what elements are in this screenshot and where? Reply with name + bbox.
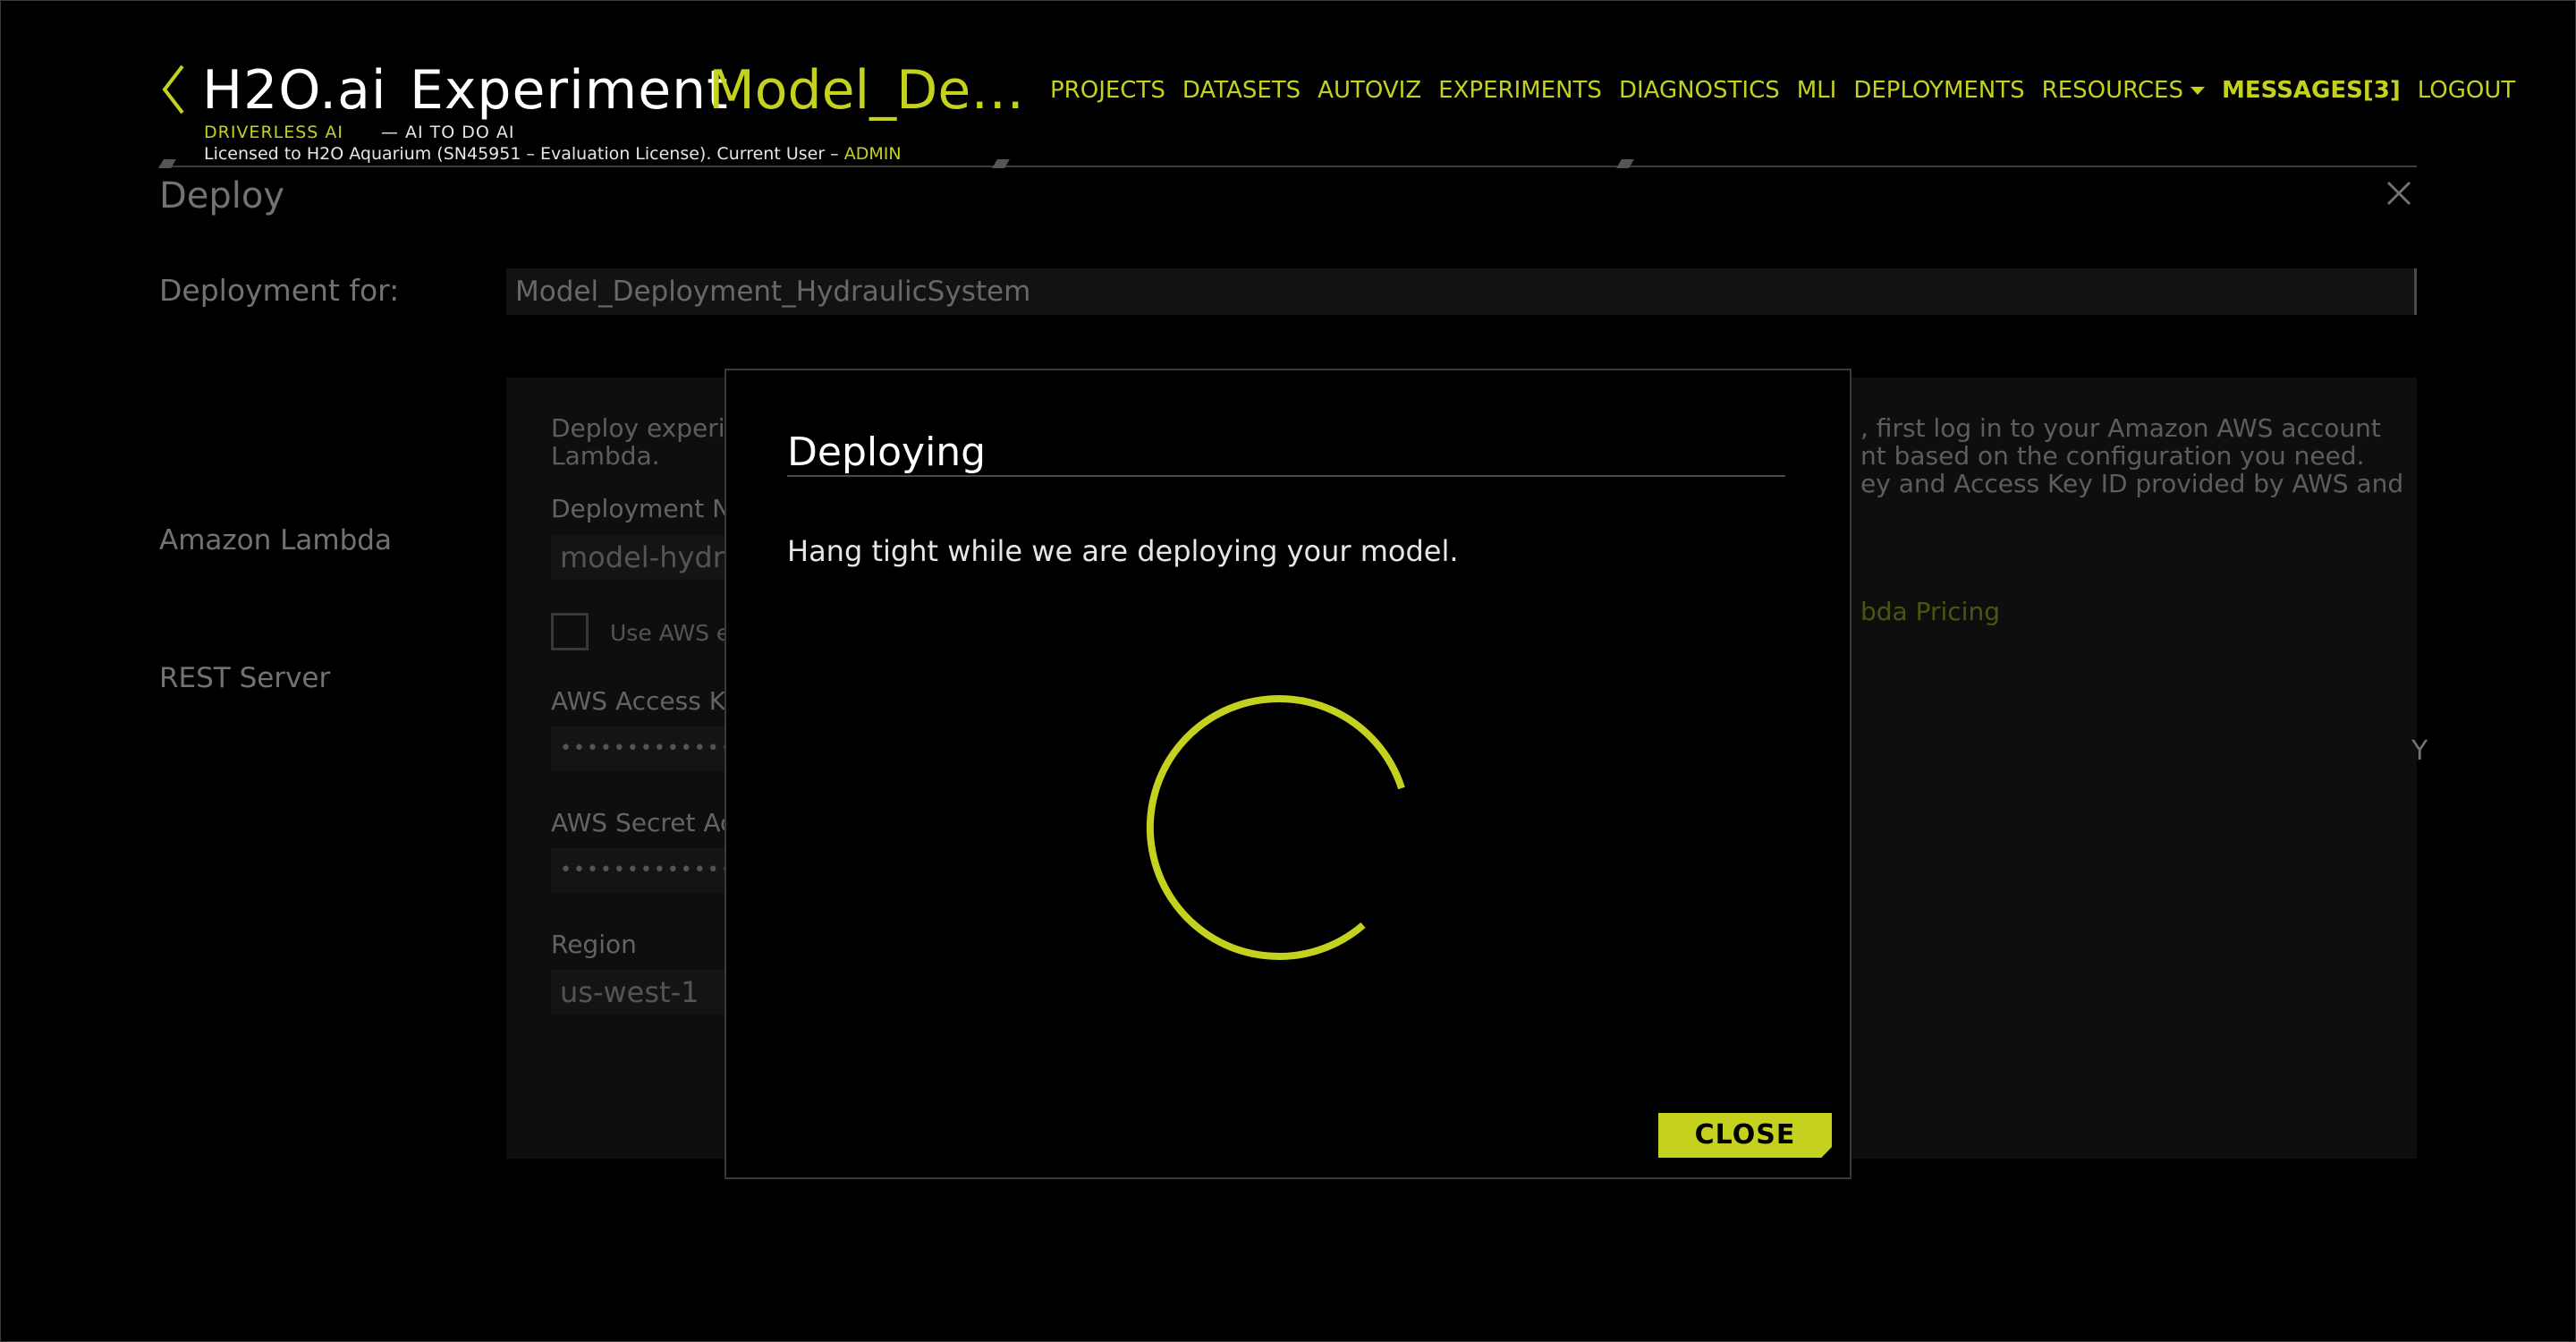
nav-diagnostics[interactable]: DIAGNOSTICS [1619, 77, 1780, 104]
nav-deployments[interactable]: DEPLOYMENTS [1853, 77, 2024, 104]
modal-divider [787, 475, 1785, 477]
modal-title: Deploying [787, 429, 987, 475]
option-amazon-lambda[interactable]: Amazon Lambda [159, 524, 392, 556]
region-select[interactable]: us-west-1 [551, 970, 730, 1015]
back-chevron-icon[interactable] [157, 63, 188, 116]
header-divider [159, 166, 2417, 167]
aws-secret-key-input[interactable]: •••••••••••••••••• [551, 848, 730, 893]
aws-secret-key-label: AWS Secret Acc [551, 808, 748, 837]
config-description: , first log in to your Amazon AWS accoun… [1860, 413, 2381, 443]
use-aws-checkbox[interactable] [551, 613, 589, 650]
nav-datasets[interactable]: DATASETS [1182, 77, 1301, 104]
nav-experiments[interactable]: EXPERIMENTS [1438, 77, 1602, 104]
nav-projects[interactable]: PROJECTS [1050, 77, 1165, 104]
nav-resources[interactable]: RESOURCES [2042, 77, 2205, 104]
truncated-text: Y [2411, 735, 2428, 767]
config-description: nt based on the configuration you need. [1860, 441, 2365, 471]
product-slogan: — AI TO DO AI [381, 123, 515, 142]
top-nav: PROJECTS DATASETS AUTOVIZ EXPERIMENTS DI… [1050, 77, 2515, 104]
deployment-for-field: Model_Deployment_HydraulicSystem [506, 268, 2417, 315]
experiment-name: Model_Deplo... [708, 59, 1052, 122]
config-description: Lambda. [551, 441, 660, 471]
deployment-name-label: Deployment Na [551, 494, 747, 523]
region-label: Region [551, 930, 637, 959]
nav-logout[interactable]: LOGOUT [2418, 77, 2516, 104]
nav-autoviz[interactable]: AUTOVIZ [1318, 77, 1421, 104]
deployment-name-input[interactable]: model-hydrau [551, 535, 730, 580]
license-info: Licensed to H2O Aquarium (SN45951 – Eval… [204, 144, 902, 164]
nav-mli[interactable]: MLI [1797, 77, 1837, 104]
config-description: Deploy experim [551, 413, 750, 443]
current-user: ADMIN [843, 144, 902, 164]
close-button[interactable]: CLOSE [1658, 1113, 1832, 1158]
caret-down-icon [2190, 87, 2205, 95]
nav-resources-label: RESOURCES [2041, 77, 2183, 104]
product-tagline: DRIVERLESS AI [204, 123, 343, 142]
config-description: ey and Access Key ID provided by AWS and [1860, 469, 2404, 498]
option-rest-server[interactable]: REST Server [159, 662, 330, 694]
license-text: Licensed to H2O Aquarium (SN45951 – Eval… [204, 144, 839, 164]
deployment-for-label: Deployment for: [159, 273, 400, 308]
use-aws-label: Use AWS er [610, 620, 740, 646]
deploy-title: Deploy [159, 175, 285, 217]
aws-access-key-input[interactable]: •••••••••••••••••• [551, 726, 730, 771]
close-icon[interactable] [2385, 179, 2413, 208]
loading-spinner-icon [1146, 695, 1405, 960]
page-title: Experiment [410, 59, 729, 122]
modal-message: Hang tight while we are deploying your m… [787, 534, 1459, 568]
nav-messages[interactable]: MESSAGES[3] [2222, 77, 2401, 104]
lambda-pricing-link[interactable]: bda Pricing [1860, 597, 2000, 626]
brand-logo[interactable]: H2O.ai [202, 59, 387, 122]
